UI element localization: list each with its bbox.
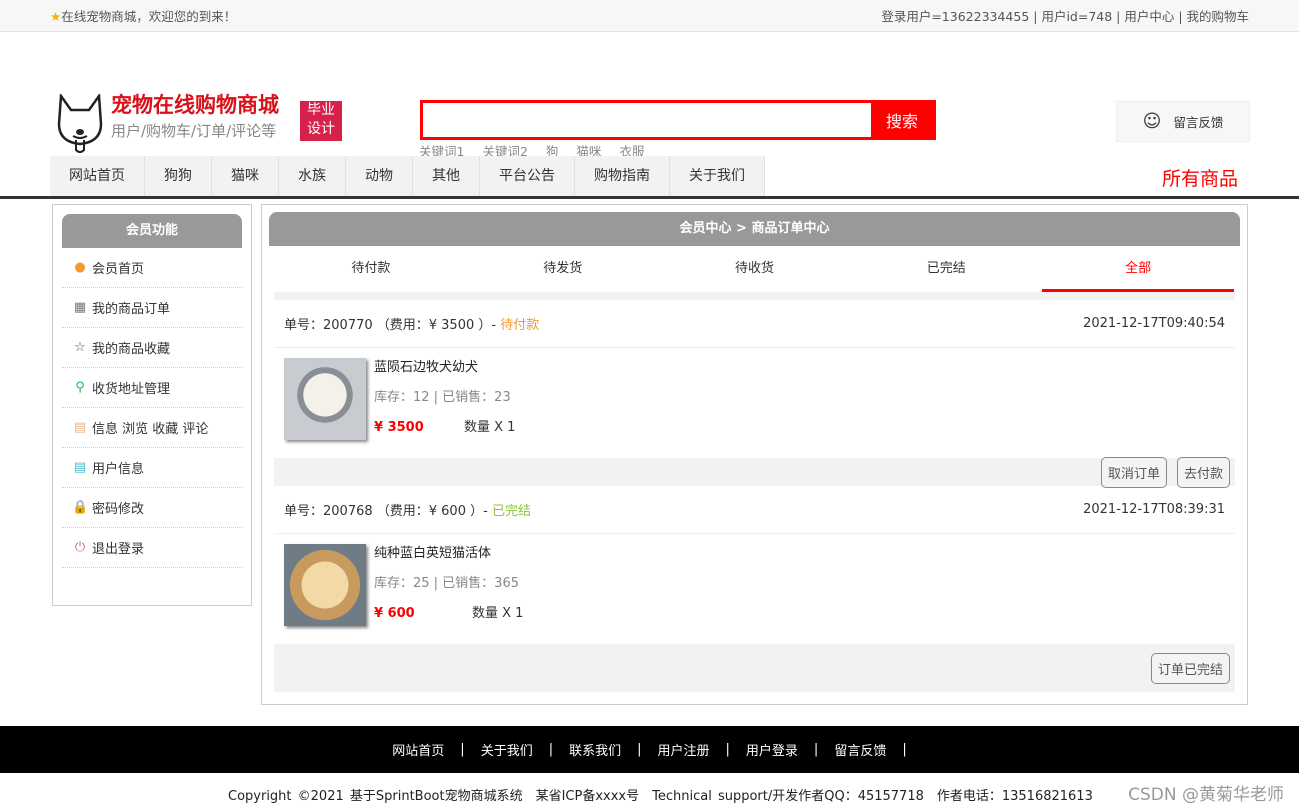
tab-pending-receipt[interactable]: 待收货 <box>659 246 851 292</box>
copyright: Copyright ©2021 基于SprintBoot宠物商城系统 某省ICP… <box>228 789 1093 804</box>
footer-link[interactable]: 用户注册 <box>650 740 718 759</box>
top-bar: ★在线宠物商城，欢迎您的到来！ 登录用户=13622334455 | 用户id=… <box>0 0 1299 32</box>
site-subtitle: 用户/购物车/订单/评论等 <box>111 122 277 140</box>
sidebar-icon: ● <box>74 260 86 275</box>
feedback-button[interactable]: ☺ 留言反馈 <box>1116 101 1250 142</box>
nav-aquatic[interactable]: 水族 <box>279 156 346 196</box>
watermark: CSDN @黄菊华老师 <box>1128 785 1284 805</box>
sidebar-item[interactable]: ● 会员首页 <box>62 248 242 288</box>
sidebar-item-label: 信息 浏览 收藏 评论 <box>92 422 209 437</box>
search-button[interactable]: 搜索 <box>871 103 933 137</box>
sidebar-item[interactable]: 🔒 密码修改 <box>62 488 242 528</box>
separator: | <box>725 742 730 757</box>
tab-completed[interactable]: 已完结 <box>850 246 1042 292</box>
sidebar-title: 会员功能 <box>62 214 242 248</box>
search-bar: 搜索 <box>420 100 936 140</box>
all-goods-link[interactable]: 所有商品 <box>1162 164 1238 191</box>
nav-dogs[interactable]: 狗狗 <box>145 156 212 196</box>
sidebar-item-label: 会员首页 <box>92 262 145 277</box>
sidebar-icon: ⚲ <box>75 380 85 395</box>
separator: | <box>637 742 642 757</box>
product-image[interactable] <box>284 544 366 626</box>
sidebar-item[interactable]: ☆ 我的商品收藏 <box>62 328 242 368</box>
sidebar-item-label: 密码修改 <box>92 502 145 517</box>
main-nav: 网站首页 狗狗 猫咪 水族 动物 其他 平台公告 购物指南 关于我们 <box>50 156 765 196</box>
sidebar-item-label: 我的商品收藏 <box>92 342 171 357</box>
sidebar-item-label: 用户信息 <box>92 462 145 477</box>
sidebar-item-label: 我的商品订单 <box>92 302 171 317</box>
sidebar-icon: ☆ <box>74 340 86 355</box>
order-tabs: 待付款 待发货 待收货 已完结 全部 <box>275 246 1234 292</box>
search-input[interactable] <box>423 103 871 137</box>
footer-link[interactable]: 用户登录 <box>738 740 806 759</box>
sidebar-icon: ▦ <box>73 300 87 315</box>
nav-other[interactable]: 其他 <box>413 156 480 196</box>
order-center: 会员中心 > 商品订单中心 待付款 待发货 待收货 已完结 全部 单号：2007… <box>261 204 1248 705</box>
nav-cats[interactable]: 猫咪 <box>212 156 279 196</box>
nav-animals[interactable]: 动物 <box>346 156 413 196</box>
graduation-badge: 毕业 设计 <box>300 101 342 141</box>
separator: | <box>460 742 465 757</box>
product-image[interactable] <box>284 358 366 440</box>
welcome-text: 在线宠物商城，欢迎您的到来！ <box>61 9 237 24</box>
nav-home[interactable]: 网站首页 <box>50 156 145 196</box>
sidebar-icon: ⏻ <box>74 540 86 555</box>
order-action-button[interactable]: 订单已完结 <box>1150 652 1230 684</box>
product-price: ¥ 3500 <box>374 420 424 435</box>
separator: | <box>548 742 554 757</box>
order-card: 单号：200770 （费用：¥ 3500 ）- 待付款 2021-12-17T09… <box>274 292 1235 488</box>
product-name[interactable]: 纯种蓝白英短猫活体 <box>374 544 523 574</box>
product-name[interactable]: 蓝陨石边牧犬幼犬 <box>374 358 515 388</box>
sidebar-item[interactable]: ⏻ 退出登录 <box>62 528 242 568</box>
order-action-button[interactable]: 去付款 <box>1176 456 1230 488</box>
header: 宠物在线购物商城 用户/购物车/订单/评论等 毕业 设计 搜索 关键词1 关键词2 … <box>0 32 1299 159</box>
tab-pending-payment[interactable]: 待付款 <box>275 246 467 292</box>
logo[interactable]: 宠物在线购物商城用户/购物车/订单/评论等 <box>55 92 279 154</box>
nav-announcements[interactable]: 平台公告 <box>480 156 575 196</box>
order-time: 2021-12-17T08:39:31 <box>1083 502 1225 517</box>
breadcrumb: 会员中心 > 商品订单中心 <box>269 212 1240 246</box>
sidebar-item[interactable]: ▤ 信息 浏览 收藏 评论 <box>62 408 242 448</box>
footer-link[interactable]: 网站首页 <box>384 740 452 759</box>
footer-link[interactable]: 联系我们 <box>561 740 629 759</box>
sidebar-icon: 🔒 <box>72 500 89 515</box>
footer-link[interactable]: 留言反馈 <box>826 740 894 759</box>
product-quantity: 数量 X 1 <box>464 420 516 435</box>
tab-pending-shipment[interactable]: 待发货 <box>467 246 659 292</box>
sidebar-item[interactable]: ⚲ 收货地址管理 <box>62 368 242 408</box>
sidebar-item-label: 退出登录 <box>92 542 145 557</box>
dog-logo-icon <box>57 94 103 153</box>
sidebar-item[interactable]: ▤ 用户信息 <box>62 448 242 488</box>
sidebar-icon: ▤ <box>73 460 87 475</box>
order-status: 待付款 <box>500 318 540 333</box>
order-card: 单号：200768 （费用：¥ 600 ）- 已完结 2021-12-17T08:… <box>274 486 1235 692</box>
headset-icon: ☺ <box>1142 111 1162 132</box>
nav-about[interactable]: 关于我们 <box>670 156 765 196</box>
sidebar-item[interactable]: ▦ 我的商品订单 <box>62 288 242 328</box>
tab-all[interactable]: 全部 <box>1042 246 1234 292</box>
order-time: 2021-12-17T09:40:54 <box>1083 316 1225 331</box>
product-quantity: 数量 X 1 <box>472 606 524 621</box>
divider <box>0 196 1299 199</box>
product-stock: 库存：25 | 已销售：365 <box>374 576 519 591</box>
nav-guide[interactable]: 购物指南 <box>575 156 670 196</box>
separator: | <box>902 742 907 757</box>
star-icon: ★ <box>50 9 62 24</box>
order-number: 单号：200770 （费用：¥ 3500 ）- <box>284 318 501 333</box>
product-price: ¥ 600 <box>374 606 415 621</box>
order-status: 已完结 <box>491 504 531 519</box>
product-stock: 库存：12 | 已销售：23 <box>374 390 511 405</box>
user-links[interactable]: 登录用户=13622334455 | 用户id=748 | 用户中心 | 我的购… <box>881 6 1249 25</box>
site-title: 宠物在线购物商城 <box>111 93 279 117</box>
footer-links: 网站首页 | 关于我们 | 联系我们 | 用户注册 | 用户登录 | 留言反馈 | <box>0 726 1299 773</box>
order-number: 单号：200768 （费用：¥ 600 ）- <box>284 504 492 519</box>
separator: | <box>813 742 819 757</box>
order-action-button[interactable]: 取消订单 <box>1100 456 1167 488</box>
footer-link[interactable]: 关于我们 <box>473 740 541 759</box>
feedback-label: 留言反馈 <box>1173 115 1224 130</box>
sidebar-item-label: 收货地址管理 <box>92 382 171 397</box>
sidebar: 会员功能 ● 会员首页 ▦ 我的商品订单 ☆ 我的商品收藏 ⚲ 收货地址管理 ▤ 信息 浏览 收藏… <box>52 204 252 606</box>
sidebar-icon: ▤ <box>73 420 87 435</box>
